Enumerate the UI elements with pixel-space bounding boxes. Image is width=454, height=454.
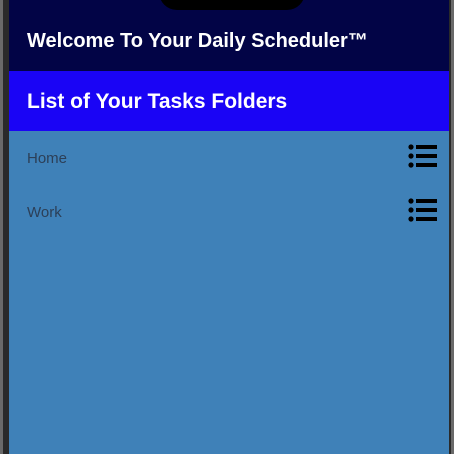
camera-notch — [159, 0, 305, 10]
phone-frame: Welcome To Your Daily Scheduler™ List of… — [0, 0, 454, 454]
folder-item-work[interactable]: Work — [9, 185, 449, 239]
section-title: List of Your Tasks Folders — [27, 90, 288, 113]
list-icon[interactable] — [408, 198, 438, 222]
folder-list: Home Work — [9, 131, 449, 239]
list-icon[interactable] — [408, 144, 438, 168]
section-header: List of Your Tasks Folders — [9, 71, 449, 131]
app-screen: Welcome To Your Daily Scheduler™ List of… — [9, 0, 449, 454]
folder-item-home[interactable]: Home — [9, 131, 449, 185]
folder-label: Home — [27, 150, 68, 167]
app-title: Welcome To Your Daily Scheduler™ — [27, 30, 368, 52]
app-bar: Welcome To Your Daily Scheduler™ — [9, 0, 449, 71]
phone-edge-left — [0, 0, 3, 454]
folder-label: Work — [27, 204, 62, 221]
